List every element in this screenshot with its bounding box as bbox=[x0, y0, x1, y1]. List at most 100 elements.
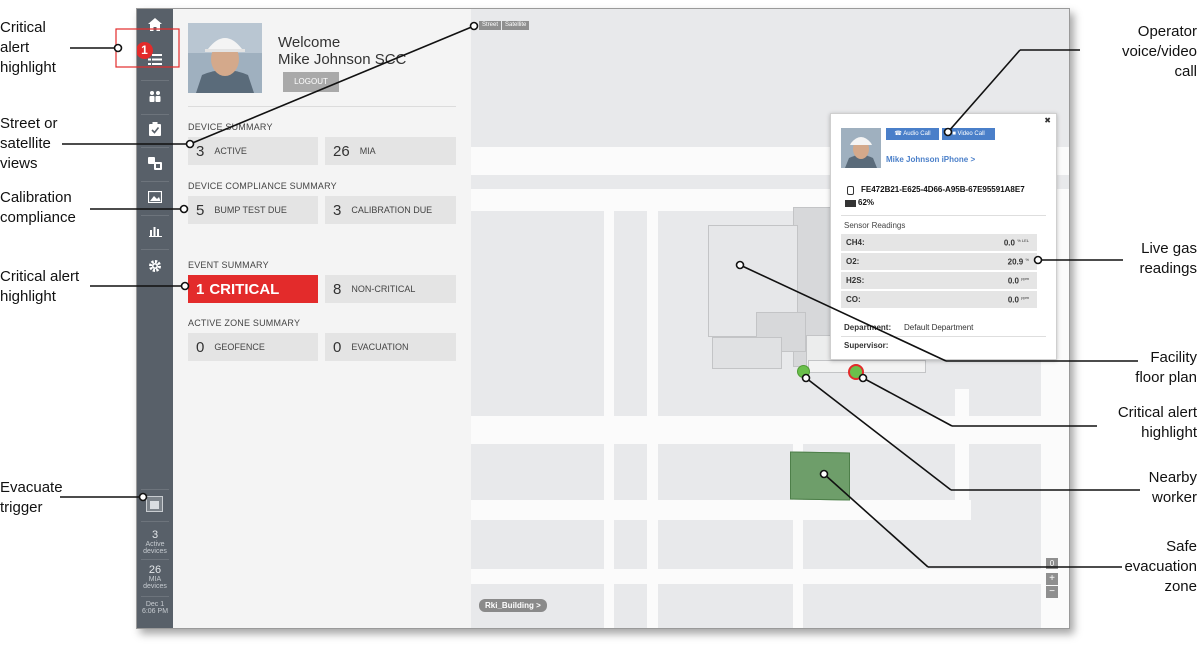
audio-call-label: Audio Call bbox=[903, 131, 931, 137]
evacuate-button[interactable] bbox=[146, 496, 163, 512]
card-divider bbox=[841, 215, 1046, 216]
reading-value: 0.0 ppm bbox=[1007, 295, 1029, 305]
evacuation-box[interactable]: 0 EVACUATION bbox=[325, 333, 456, 361]
callout-live-gas: Live gas readings bbox=[1139, 240, 1197, 277]
callout-operator-call: Operator voice/video call bbox=[1121, 23, 1197, 80]
mia-count: 26 bbox=[333, 142, 350, 160]
bar-chart-icon[interactable] bbox=[137, 218, 173, 244]
noncritical-events-box[interactable]: 8 NON-CRITICAL bbox=[325, 275, 456, 303]
clock-date: Dec 1 bbox=[145, 601, 165, 608]
header-divider bbox=[188, 106, 456, 107]
avatar bbox=[188, 23, 262, 93]
bump-test-count: 5 bbox=[196, 201, 205, 219]
calibration-box[interactable]: 3 CALIBRATION DUE bbox=[325, 196, 456, 224]
team-icon[interactable] bbox=[137, 83, 173, 109]
bump-test-box[interactable]: 5 BUMP TEST DUE bbox=[188, 196, 318, 224]
card-divider bbox=[841, 336, 1046, 337]
calibration-label: CALIBRATION DUE bbox=[351, 205, 433, 215]
audio-call-button[interactable]: ☎ Audio Call bbox=[886, 128, 939, 140]
callout-nearby-worker: Nearby worker bbox=[1148, 469, 1197, 506]
active-devices-label-1: Active bbox=[145, 541, 165, 548]
reading-o2: O2: 20.9 % bbox=[841, 253, 1037, 270]
video-call-label: Video Call bbox=[957, 131, 985, 137]
sidebar-divider bbox=[141, 521, 169, 522]
callout-evacuate: Evacuate trigger bbox=[0, 479, 63, 516]
sidebar-divider bbox=[141, 80, 169, 81]
bump-test-label: BUMP TEST DUE bbox=[214, 205, 287, 215]
reading-key: CH4: bbox=[846, 238, 865, 247]
zoom-out-button[interactable]: − bbox=[1046, 586, 1058, 598]
critical-label: CRITICAL bbox=[209, 280, 280, 298]
sidebar-divider bbox=[141, 559, 169, 560]
geofence-count: 0 bbox=[196, 338, 205, 356]
geofence-box[interactable]: 0 GEOFENCE bbox=[188, 333, 318, 361]
gear-icon[interactable] bbox=[137, 253, 173, 279]
device-icon bbox=[847, 186, 854, 195]
logout-button[interactable]: LOGOUT bbox=[283, 72, 339, 92]
sidebar-divider bbox=[141, 215, 169, 216]
mia-devices-box[interactable]: 26 MIA bbox=[325, 137, 456, 165]
map-reset-button[interactable]: 0 bbox=[1046, 558, 1058, 569]
app-window: 1 3 Active devices 26 MIA devices Dec 1 … bbox=[136, 8, 1070, 629]
reading-key: H2S: bbox=[846, 276, 865, 285]
map-road bbox=[471, 500, 971, 520]
active-devices-box[interactable]: 3 ACTIVE bbox=[188, 137, 318, 165]
reading-value: 0.0 ppm bbox=[1007, 276, 1029, 286]
map-road bbox=[647, 209, 658, 628]
sidebar-divider bbox=[141, 181, 169, 182]
video-call-button[interactable]: ■ Video Call bbox=[942, 128, 995, 140]
battery-level: 62% bbox=[858, 198, 875, 207]
image-icon[interactable] bbox=[137, 184, 173, 210]
satellite-view-button[interactable]: Satellite bbox=[502, 21, 530, 30]
noncritical-count: 8 bbox=[333, 280, 342, 298]
reading-value: 20.9 % bbox=[1007, 257, 1029, 267]
map-road bbox=[471, 569, 1069, 584]
nearby-worker-marker[interactable] bbox=[797, 365, 810, 378]
critical-worker-marker[interactable] bbox=[848, 364, 864, 380]
sidebar-divider bbox=[141, 147, 169, 148]
mia-devices-label-1: MIA bbox=[148, 576, 162, 583]
device-name-link[interactable]: Mike Johnson iPhone > bbox=[886, 155, 975, 164]
reading-value: 0.0 % LEL bbox=[1003, 238, 1029, 248]
devices-icon[interactable] bbox=[137, 150, 173, 176]
street-view-button[interactable]: Street bbox=[479, 21, 502, 30]
home-icon[interactable] bbox=[137, 11, 173, 37]
building-breadcrumb[interactable]: Rki_Building > bbox=[479, 599, 547, 612]
department-value: Default Department bbox=[904, 323, 974, 332]
evacuation-count: 0 bbox=[333, 338, 342, 356]
calibration-count: 3 bbox=[333, 201, 342, 219]
clock: Dec 1 6:06 PM bbox=[137, 601, 173, 615]
sidebar-divider bbox=[141, 596, 169, 597]
mia-devices-label-2: devices bbox=[143, 583, 167, 590]
map-type-toggle: Street Satellite bbox=[479, 21, 530, 30]
zoom-in-button[interactable]: + bbox=[1046, 573, 1058, 585]
sensor-readings-title: Sensor Readings bbox=[844, 221, 906, 230]
active-count: 3 bbox=[196, 142, 205, 160]
reading-co: CO: 0.0 ppm bbox=[841, 291, 1037, 308]
alert-badge[interactable]: 1 bbox=[137, 42, 153, 59]
map-road bbox=[604, 189, 614, 628]
welcome-text: Welcome bbox=[278, 34, 341, 51]
sidebar-divider bbox=[141, 249, 169, 250]
callout-calibration: Calibration compliance bbox=[0, 189, 76, 226]
reading-ch4: CH4: 0.0 % LEL bbox=[841, 234, 1037, 251]
callout-facility: Facility floor plan bbox=[1135, 349, 1197, 386]
close-icon[interactable]: ✖ bbox=[1044, 116, 1051, 125]
map-road bbox=[471, 416, 1069, 444]
active-devices-stat: 3 Active devices bbox=[137, 529, 173, 556]
active-devices-count: 3 bbox=[151, 529, 159, 541]
safe-evacuation-zone[interactable] bbox=[790, 451, 850, 501]
device-summary-title: DEVICE SUMMARY bbox=[188, 122, 273, 132]
mia-devices-count: 26 bbox=[148, 564, 162, 576]
worker-avatar bbox=[841, 128, 881, 168]
critical-events-box[interactable]: 1 CRITICAL bbox=[188, 275, 318, 303]
reading-key: CO: bbox=[846, 295, 861, 304]
critical-count: 1 bbox=[196, 280, 205, 298]
battery-icon bbox=[845, 200, 856, 207]
callout-critical-alert-right: Critical alert highlight bbox=[1117, 404, 1197, 441]
callout-critical-alert-mid: Critical alert highlight bbox=[0, 268, 80, 305]
sidebar: 1 3 Active devices 26 MIA devices Dec 1 … bbox=[137, 9, 173, 628]
sidebar-divider bbox=[141, 489, 169, 490]
compliance-summary-title: DEVICE COMPLIANCE SUMMARY bbox=[188, 181, 337, 191]
clipboard-check-icon[interactable] bbox=[137, 116, 173, 142]
